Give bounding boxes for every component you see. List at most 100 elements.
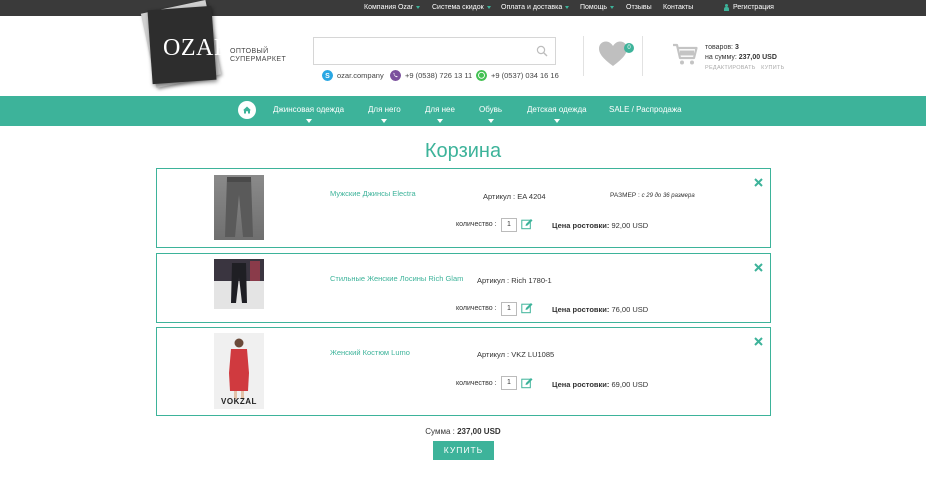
topbar-item-label: Система скидок (432, 4, 484, 11)
quantity-label: количество : (456, 305, 497, 312)
total-value: 237,00 USD (457, 427, 501, 436)
close-icon[interactable] (754, 178, 763, 187)
quantity-label: количество : (456, 380, 497, 387)
topbar-item-discounts[interactable]: Система скидок (432, 0, 491, 16)
nav-item-jeans[interactable]: Джинсовая одежда (273, 96, 344, 126)
wishlist-count-badge: 0 (624, 43, 634, 53)
cart-item: Мужские Джинсы Electra Артикул : EA 4204… (156, 168, 771, 248)
whatsapp-contact[interactable]: +9 (0537) 034 16 16 (491, 70, 559, 82)
cart-sum-value: 237,00 USD (738, 54, 777, 61)
home-button[interactable] (238, 101, 256, 119)
close-icon[interactable] (754, 337, 763, 346)
tagline: ОПТОВЫЙ СУПЕРМАРКЕТ (230, 48, 286, 64)
skype-icon: S (322, 70, 333, 81)
leggings-image (214, 259, 264, 309)
nav-item-sale[interactable]: SALE / Распродажа (609, 96, 682, 126)
cart-items-count: товаров: 3 (705, 43, 739, 52)
cart-icon[interactable] (672, 42, 698, 66)
product-size: РАЗМЕР : с 29 до 36 размера (610, 192, 695, 199)
edit-icon[interactable] (521, 218, 533, 230)
search-icon[interactable] (536, 45, 548, 57)
nav-item-label: SALE / Распродажа (609, 105, 682, 114)
cart-edit-link[interactable]: РЕДАКТИРОВАТЬ (705, 65, 756, 71)
nav-item-label: Обувь (479, 105, 503, 114)
svg-text:S: S (325, 73, 330, 80)
topbar-item-contacts[interactable]: Контакты (663, 0, 693, 16)
product-name-link[interactable]: Женский Костюм Lumo (330, 348, 410, 357)
price-value: 92,00 USD (611, 221, 649, 230)
product-image[interactable]: VOKZAL (214, 333, 264, 409)
product-name-link[interactable]: Стильные Женские Лосины Rich Glam (330, 274, 463, 283)
nav-item-label: Детская одежда (527, 105, 587, 114)
article-label: Артикул : (477, 350, 510, 359)
cart-sum: на сумму: 237,00 USD (705, 53, 777, 62)
chevron-down-icon (553, 119, 560, 123)
edit-icon[interactable] (521, 377, 533, 389)
topbar-item-payment[interactable]: Оплата и доставка (501, 0, 570, 16)
nav-item-shoes[interactable]: Обувь (479, 96, 502, 126)
topbar-item-label: Отзывы (626, 4, 652, 11)
cart-items-value: 3 (734, 44, 739, 51)
quantity-input[interactable]: 1 (501, 376, 517, 390)
edit-icon[interactable] (521, 302, 533, 314)
logo-text: OZAR (163, 35, 231, 61)
product-name-link[interactable]: Мужские Джинсы Electra (330, 189, 416, 198)
cart-actions: РЕДАКТИРОВАТЬ КУПИТЬ (705, 64, 785, 73)
product-image[interactable] (214, 259, 264, 309)
vokzal-watermark: VOKZAL (221, 397, 257, 406)
topbar-item-label: Контакты (663, 4, 694, 11)
tagline-line1: ОПТОВЫЙ (230, 48, 269, 55)
nav-item-women[interactable]: Для нее (425, 96, 455, 126)
price-label: Цена ростовки: (552, 305, 610, 314)
chevron-down-icon (436, 119, 443, 123)
article-label: Артикул : (477, 276, 510, 285)
nav-item-label: Джинсовая одежда (273, 105, 345, 114)
search-input[interactable] (313, 37, 556, 65)
topbar-item-company[interactable]: Компания Ozar (364, 0, 421, 16)
divider (583, 36, 584, 76)
wishlist-heart-icon[interactable] (598, 40, 628, 68)
cart-items-label: товаров: (705, 44, 734, 51)
cart-buy-link[interactable]: КУПИТЬ (761, 65, 784, 71)
cart-item: VOKZAL Женский Костюм Lumo Артикул : VKZ… (156, 327, 771, 416)
register-link[interactable]: Регистрация (724, 0, 774, 16)
chevron-down-icon (381, 119, 388, 123)
buy-button[interactable]: КУПИТЬ (433, 441, 494, 460)
top-bar: Компания Ozar Система скидок Оплата и до… (0, 0, 926, 16)
user-icon (724, 3, 729, 11)
nav-item-label: Для него (368, 105, 401, 114)
logo[interactable]: OZAR (140, 0, 230, 89)
whatsapp-icon (476, 70, 487, 81)
nav-item-kids[interactable]: Детская одежда (527, 96, 587, 126)
product-article: Артикул : EA 4204 (483, 192, 546, 201)
size-value: с 29 до 36 размера (641, 193, 695, 199)
viber-contact[interactable]: +9 (0538) 726 13 11 (405, 70, 472, 82)
chevron-down-icon (416, 5, 421, 9)
chevron-down-icon (610, 5, 615, 9)
cart-item: Стильные Женские Лосины Rich Glam Артику… (156, 253, 771, 323)
nav-item-label: Для нее (425, 105, 455, 114)
skype-contact[interactable]: ozar.company (337, 70, 384, 82)
chevron-down-icon (565, 5, 570, 9)
home-icon (243, 106, 251, 114)
product-article: Артикул : Rich 1780-1 (477, 276, 552, 285)
total-label: Сумма : (425, 427, 455, 436)
topbar-item-reviews[interactable]: Отзывы (626, 0, 652, 16)
topbar-item-label: Оплата и доставка (501, 4, 563, 11)
topbar-item-help[interactable]: Помощь (580, 0, 615, 16)
quantity-input[interactable]: 1 (501, 302, 517, 316)
size-label: РАЗМЕР : (610, 192, 640, 199)
close-icon[interactable] (754, 263, 763, 272)
product-image[interactable] (214, 175, 264, 240)
quantity-input[interactable]: 1 (501, 218, 517, 232)
tagline-line2: СУПЕРМАРКЕТ (230, 56, 287, 63)
product-article: Артикул : VKZ LU1085 (477, 350, 554, 359)
price-value: 69,00 USD (611, 380, 649, 389)
chevron-down-icon (305, 119, 312, 123)
product-price: Цена ростовки: 69,00 USD (552, 380, 648, 389)
article-value: VKZ LU1085 (511, 350, 555, 359)
register-label: Регистрация (733, 4, 774, 11)
nav-item-men[interactable]: Для него (368, 96, 401, 126)
chevron-down-icon (486, 5, 491, 9)
price-value: 76,00 USD (611, 305, 649, 314)
